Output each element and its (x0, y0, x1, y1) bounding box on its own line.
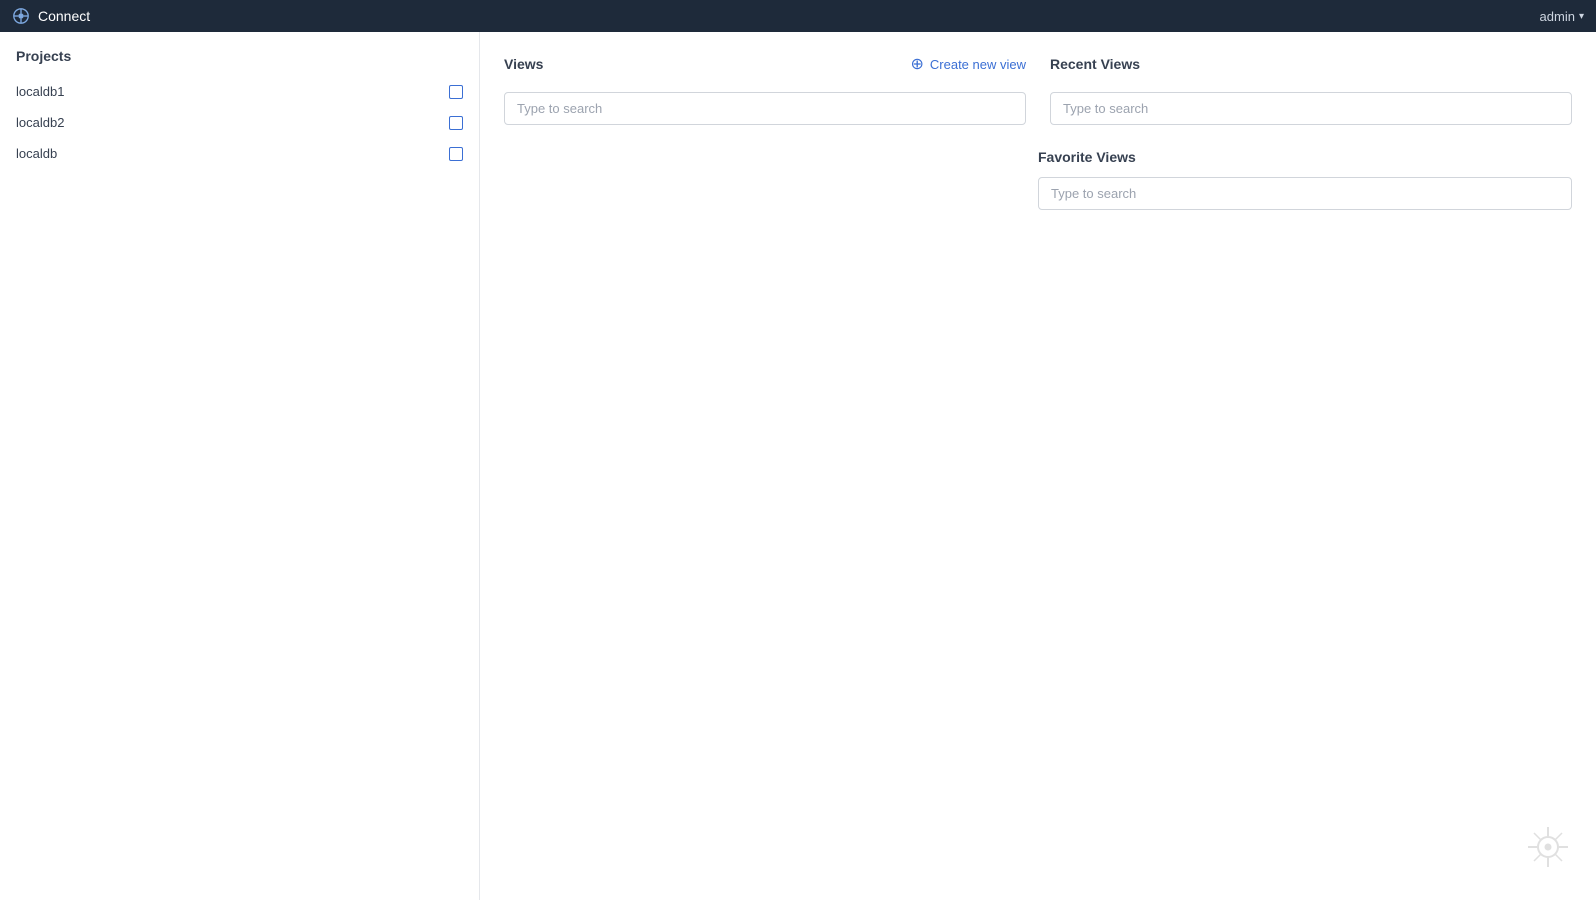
recent-views-header: Recent Views (1050, 48, 1572, 80)
views-column: Views ⊕ Create new view (504, 48, 1026, 125)
checkbox-icon-localdb[interactable] (449, 147, 463, 161)
sidebar-header: Projects (0, 48, 479, 76)
favorite-views-area: Favorite Views (504, 149, 1572, 210)
recent-views-column: Recent Views (1050, 48, 1572, 125)
favorite-views-title: Favorite Views (1038, 149, 1572, 165)
content-area: Views ⊕ Create new view Recent Views Fa (480, 32, 1596, 900)
main-layout: Projects localdb1 localdb2 localdb Views… (0, 32, 1596, 900)
watermark-icon (1524, 823, 1572, 871)
sidebar: Projects localdb1 localdb2 localdb (0, 32, 480, 900)
views-search-input[interactable] (504, 92, 1026, 125)
sidebar-item-localdb2[interactable]: localdb2 (0, 107, 479, 138)
app-title: Connect (38, 8, 90, 24)
user-menu[interactable]: admin ▾ (1540, 9, 1584, 24)
create-new-view-button[interactable]: ⊕ Create new view (910, 54, 1026, 74)
checkbox-icon-localdb1[interactable] (449, 85, 463, 99)
brand: Connect (12, 7, 90, 25)
brand-icon (12, 7, 30, 25)
navbar: Connect admin ▾ (0, 0, 1596, 32)
sidebar-item-localdb1[interactable]: localdb1 (0, 76, 479, 107)
recent-views-title: Recent Views (1050, 56, 1140, 72)
sidebar-item-localdb[interactable]: localdb (0, 138, 479, 169)
watermark (1524, 823, 1572, 876)
favorite-views-search-input[interactable] (1038, 177, 1572, 210)
recent-views-search-input[interactable] (1050, 92, 1572, 125)
sidebar-item-label: localdb1 (16, 84, 449, 99)
username: admin (1540, 9, 1575, 24)
create-new-view-label: Create new view (930, 57, 1026, 72)
views-header: Views ⊕ Create new view (504, 48, 1026, 80)
checkbox-icon-localdb2[interactable] (449, 116, 463, 130)
plus-circle-icon: ⊕ (910, 54, 923, 74)
views-title: Views (504, 56, 543, 72)
top-row: Views ⊕ Create new view Recent Views (504, 48, 1572, 125)
sidebar-item-label: localdb (16, 146, 449, 161)
favorite-views-column: Favorite Views (1038, 149, 1572, 210)
sidebar-item-label: localdb2 (16, 115, 449, 130)
chevron-down-icon: ▾ (1579, 11, 1584, 22)
